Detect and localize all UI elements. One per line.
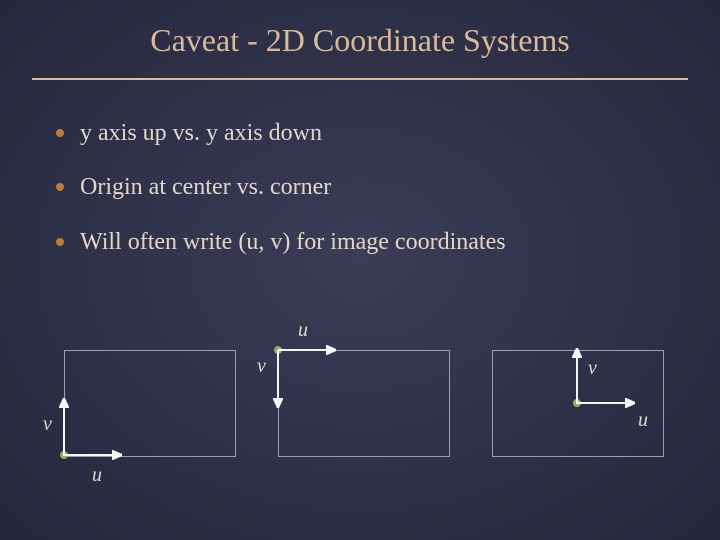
axis-label-v: v [43,414,52,434]
axis-v-arrow-down-icon [273,348,283,408]
axis-u-arrow-right-icon [62,450,122,460]
diagram-box-middle [278,350,450,457]
axis-u-arrow-right-icon [276,345,336,355]
axis-label-u: u [92,465,102,485]
slide: Caveat - 2D Coordinate Systems y axis up… [0,0,720,540]
axis-v-arrow-up-icon [59,398,69,458]
axis-label-v: v [588,358,597,378]
axis-label-u: u [298,320,308,340]
diagram-box-left [64,350,236,457]
coordinate-diagrams: v u u v v u [0,0,720,540]
axis-label-v: v [257,356,266,376]
axis-label-u: u [638,410,648,430]
axis-u-arrow-right-icon [575,398,635,408]
